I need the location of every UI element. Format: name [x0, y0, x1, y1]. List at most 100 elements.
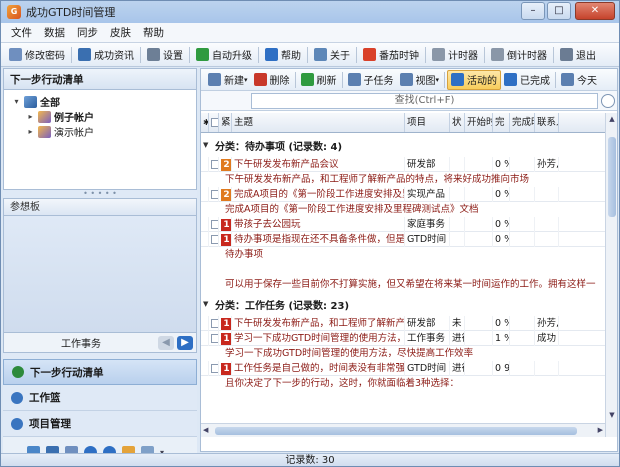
nav-section[interactable]: 下一步行动清单: [3, 359, 197, 385]
autoupgrade-button[interactable]: 自动升级: [192, 45, 256, 65]
horizontal-scrollbar[interactable]: ◀ ▶: [201, 423, 605, 437]
active-icon: [451, 73, 465, 86]
vertical-scrollbar[interactable]: ▲ ▼: [605, 113, 617, 437]
prev-arrow-icon[interactable]: ◀: [158, 335, 174, 350]
menu-item[interactable]: 皮肤: [104, 25, 137, 40]
menu-item[interactable]: 数据: [38, 25, 71, 40]
delete-label: 删除: [269, 76, 290, 87]
cell-subject: 带孩子去公园玩: [232, 216, 405, 232]
table-row[interactable]: 1待办事项是指现在还不具备条件做，但是可以推GTD时间 0 %: [201, 231, 605, 247]
toolbar-separator: [140, 46, 141, 63]
subtask-button[interactable]: 子任务: [345, 70, 397, 90]
about-button[interactable]: 关于: [310, 45, 354, 65]
scroll-left-icon[interactable]: ◀: [203, 426, 208, 434]
column-header[interactable]: 紧: [219, 113, 232, 132]
column-header[interactable]: 状: [450, 113, 465, 132]
column-header[interactable]: 完成时: [510, 113, 535, 132]
row-selector[interactable]: [201, 156, 209, 172]
menu-item[interactable]: 同步: [71, 25, 104, 40]
password-button[interactable]: 修改密码: [5, 45, 69, 65]
row-selector[interactable]: [201, 186, 209, 202]
collapse-icon[interactable]: ▼: [203, 141, 208, 149]
row-selector[interactable]: [201, 216, 209, 232]
tree-node-example-account[interactable]: ▸ 例子帐户: [26, 109, 94, 124]
expand-icon[interactable]: ▸: [26, 127, 35, 136]
refresh-button[interactable]: 刷新: [298, 70, 340, 90]
timer-button[interactable]: 计时器: [428, 45, 482, 65]
scroll-right-icon[interactable]: ▶: [598, 426, 603, 434]
cell-subject: 下午研发发布新产品，和工程师了解新产品的: [234, 315, 405, 331]
search-input[interactable]: 查找(Ctrl+F): [251, 92, 598, 109]
splitter-grip[interactable]: • • • • •: [3, 190, 197, 198]
row-checkbox[interactable]: [209, 360, 219, 376]
row-checkbox[interactable]: [209, 330, 219, 346]
settings-button[interactable]: 设置: [143, 45, 187, 65]
priority-icon: 2: [221, 158, 231, 171]
help-icon: [265, 48, 278, 61]
tree-node-all[interactable]: ▾ 全部: [12, 94, 60, 109]
scroll-down-icon[interactable]: ▼: [607, 411, 617, 421]
column-header[interactable]: 项目: [405, 113, 450, 132]
row-selector[interactable]: [201, 315, 209, 331]
view-button[interactable]: 视图 ▾: [397, 70, 443, 90]
vertical-scroll-thumb[interactable]: [608, 137, 616, 217]
help-button[interactable]: 帮助: [261, 45, 305, 65]
scroll-up-icon[interactable]: ▲: [607, 115, 617, 125]
cell-project: 家庭事务: [405, 216, 450, 232]
delete-button[interactable]: 删除: [251, 70, 293, 90]
table-row[interactable]: 1学习一下成功GTD时间管理的使用方法，尽快工作事务进行 1 % 成功: [201, 330, 605, 346]
group-header[interactable]: ▼ 分类：待办事项 (记录数: 4): [201, 133, 605, 157]
table-row[interactable]: 1工作任务是自己做的，时间表没有非常强的要GTD时间进行 0 9: [201, 360, 605, 376]
collapse-icon[interactable]: ▾: [12, 97, 21, 106]
exit-button[interactable]: 退出: [556, 45, 600, 65]
search-icon[interactable]: [601, 93, 615, 108]
active-button[interactable]: 活动的: [447, 69, 502, 90]
toolbar-separator: [444, 71, 446, 88]
table-row[interactable]: 2完成A项目的《第一阶段工作进度安排及里程碑实现产品 0 %: [201, 186, 605, 202]
table-row[interactable]: 1下午研发发布新产品，和工程师了解新产品的研发部未 0 % 孙芳,: [201, 315, 605, 331]
row-checkbox[interactable]: [209, 186, 219, 202]
row-checkbox[interactable]: [209, 156, 219, 172]
row-checkbox[interactable]: [209, 231, 219, 247]
view-icon: [399, 73, 413, 86]
select-all-checkbox[interactable]: [209, 113, 219, 132]
news-button[interactable]: 成功资讯: [74, 45, 138, 65]
row-description: 待办事项: [225, 249, 264, 260]
collapse-icon[interactable]: ▼: [203, 300, 208, 308]
column-header[interactable]: 完: [493, 113, 510, 132]
tree-node-demo-account[interactable]: ▸ 演示帐户: [26, 124, 94, 139]
group-header[interactable]: ▼ 分类：工作任务 (记录数: 23): [201, 292, 605, 316]
row-selector[interactable]: [201, 360, 209, 376]
menu-item[interactable]: 帮助: [137, 25, 170, 40]
expand-icon[interactable]: ▸: [26, 112, 35, 121]
maximize-button[interactable]: □: [547, 2, 571, 20]
today-button[interactable]: 今天: [558, 70, 600, 90]
column-header[interactable]: 主题: [232, 113, 405, 132]
column-header[interactable]: 开始时: [465, 113, 493, 132]
row-checkbox[interactable]: [209, 315, 219, 331]
nav-section[interactable]: 项目管理: [3, 411, 197, 437]
countdown-button[interactable]: 倒计时器: [487, 45, 551, 65]
tree-node-label: 例子帐户: [54, 113, 94, 124]
cell-subject: 工作任务是自己做的，时间表没有非常强的要: [234, 360, 405, 376]
column-header[interactable]: 联系人: [535, 113, 559, 132]
next-arrow-icon[interactable]: ▶: [177, 335, 193, 350]
horizontal-scroll-thumb[interactable]: [215, 427, 577, 435]
table-row[interactable]: 2下午研发发布新产品会议研发部 0 % 孙芳,: [201, 156, 605, 172]
users-icon: [38, 125, 51, 138]
table-row[interactable]: 1带孩子去公园玩家庭事务 0 %: [201, 216, 605, 232]
nav-section[interactable]: 工作篮: [3, 385, 197, 411]
row-selector[interactable]: [201, 330, 209, 346]
tomato-button[interactable]: 番茄时钟: [359, 45, 423, 65]
close-button[interactable]: ✕: [575, 2, 615, 20]
row-checkbox[interactable]: [209, 216, 219, 232]
completed-button[interactable]: 已完成: [501, 70, 553, 90]
notes-area[interactable]: [3, 216, 197, 333]
menu-item[interactable]: 文件: [5, 25, 38, 40]
new-button[interactable]: 新建 ▾: [205, 70, 251, 90]
cell-start: [465, 360, 493, 376]
timer-label: 计时器: [448, 51, 478, 62]
minimize-button[interactable]: –: [521, 2, 545, 20]
cell-contact: 孙芳,: [537, 315, 559, 331]
row-selector[interactable]: [201, 231, 209, 247]
